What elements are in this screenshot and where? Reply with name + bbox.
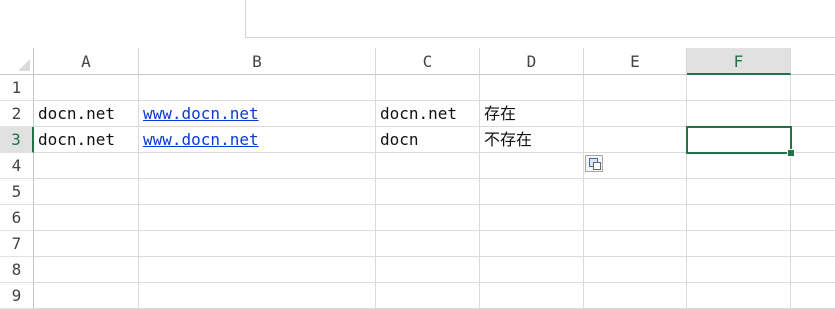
cell-a1[interactable]	[34, 75, 139, 101]
spreadsheet-grid: A B C D E F 1 2 3 4 5 6 7 8 9 docn.net w…	[0, 48, 835, 309]
cell-c7[interactable]	[376, 231, 480, 257]
cell-g2[interactable]	[791, 101, 835, 127]
column-header-d[interactable]: D	[480, 48, 584, 75]
fill-handle[interactable]	[787, 149, 795, 157]
cell-d7[interactable]	[480, 231, 584, 257]
cell-f2[interactable]	[687, 101, 791, 127]
cell-b3[interactable]: www.docn.net	[139, 127, 376, 153]
row-header-8[interactable]: 8	[0, 257, 34, 283]
cell-e6[interactable]	[584, 205, 687, 231]
cell-c6[interactable]	[376, 205, 480, 231]
cell-b9[interactable]	[139, 283, 376, 309]
cell-b5[interactable]	[139, 179, 376, 205]
cell-d1[interactable]	[480, 75, 584, 101]
cell-g1[interactable]	[791, 75, 835, 101]
cell-g5[interactable]	[791, 179, 835, 205]
row-header-4[interactable]: 4	[0, 153, 34, 179]
cell-c5[interactable]	[376, 179, 480, 205]
cell-c4[interactable]	[376, 153, 480, 179]
cell-c9[interactable]	[376, 283, 480, 309]
cell-d9[interactable]	[480, 283, 584, 309]
cell-f7[interactable]	[687, 231, 791, 257]
cell-a9[interactable]	[34, 283, 139, 309]
cell-a8[interactable]	[34, 257, 139, 283]
paste-options-icon[interactable]	[585, 155, 603, 172]
cell-e2[interactable]	[584, 101, 687, 127]
row-header-9[interactable]: 9	[0, 283, 34, 309]
row-header-3[interactable]: 3	[0, 127, 34, 153]
cell-a6[interactable]	[34, 205, 139, 231]
cell-f8[interactable]	[687, 257, 791, 283]
cell-b6[interactable]	[139, 205, 376, 231]
row-header-2[interactable]: 2	[0, 101, 34, 127]
cell-f1[interactable]	[687, 75, 791, 101]
cell-c1[interactable]	[376, 75, 480, 101]
cell-e7[interactable]	[584, 231, 687, 257]
select-all-button[interactable]	[0, 48, 34, 75]
cell-a4[interactable]	[34, 153, 139, 179]
cell-d8[interactable]	[480, 257, 584, 283]
cell-a7[interactable]	[34, 231, 139, 257]
active-cell-selection[interactable]	[686, 126, 792, 154]
cell-f4[interactable]	[687, 153, 791, 179]
cell-g6[interactable]	[791, 205, 835, 231]
cell-g7[interactable]	[791, 231, 835, 257]
column-header-a[interactable]: A	[34, 48, 139, 75]
cell-d5[interactable]	[480, 179, 584, 205]
cell-c8[interactable]	[376, 257, 480, 283]
row-header-1[interactable]: 1	[0, 75, 34, 101]
cell-g8[interactable]	[791, 257, 835, 283]
hyperlink-b2[interactable]: www.docn.net	[143, 104, 259, 123]
hyperlink-b3[interactable]: www.docn.net	[143, 130, 259, 149]
cell-c2[interactable]: docn.net	[376, 101, 480, 127]
cell-a5[interactable]	[34, 179, 139, 205]
cell-f9[interactable]	[687, 283, 791, 309]
column-header-f[interactable]: F	[687, 48, 791, 75]
cell-b1[interactable]	[139, 75, 376, 101]
column-header-b[interactable]: B	[139, 48, 376, 75]
cell-b2[interactable]: www.docn.net	[139, 101, 376, 127]
cell-e9[interactable]	[584, 283, 687, 309]
cell-a2[interactable]: docn.net	[34, 101, 139, 127]
formula-bar-area	[0, 0, 835, 48]
paste-page-icon	[593, 162, 601, 170]
row-header-6[interactable]: 6	[0, 205, 34, 231]
cell-e3[interactable]	[584, 127, 687, 153]
cell-d4[interactable]	[480, 153, 584, 179]
cell-d2[interactable]: 存在	[480, 101, 584, 127]
formula-input[interactable]	[245, 0, 835, 38]
cell-b4[interactable]	[139, 153, 376, 179]
cell-g9[interactable]	[791, 283, 835, 309]
cell-g3[interactable]	[791, 127, 835, 153]
cell-d3[interactable]: 不存在	[480, 127, 584, 153]
cell-e5[interactable]	[584, 179, 687, 205]
cell-f6[interactable]	[687, 205, 791, 231]
column-header-e[interactable]: E	[584, 48, 687, 75]
cell-a3[interactable]: docn.net	[34, 127, 139, 153]
column-header-c[interactable]: C	[376, 48, 480, 75]
cell-g4[interactable]	[791, 153, 835, 179]
cell-f5[interactable]	[687, 179, 791, 205]
cell-d6[interactable]	[480, 205, 584, 231]
row-header-7[interactable]: 7	[0, 231, 34, 257]
row-header-5[interactable]: 5	[0, 179, 34, 205]
cell-b7[interactable]	[139, 231, 376, 257]
cell-c3[interactable]: docn	[376, 127, 480, 153]
column-header-g[interactable]	[791, 48, 835, 75]
cell-e1[interactable]	[584, 75, 687, 101]
cell-e8[interactable]	[584, 257, 687, 283]
select-all-triangle-icon	[18, 59, 30, 71]
cell-b8[interactable]	[139, 257, 376, 283]
